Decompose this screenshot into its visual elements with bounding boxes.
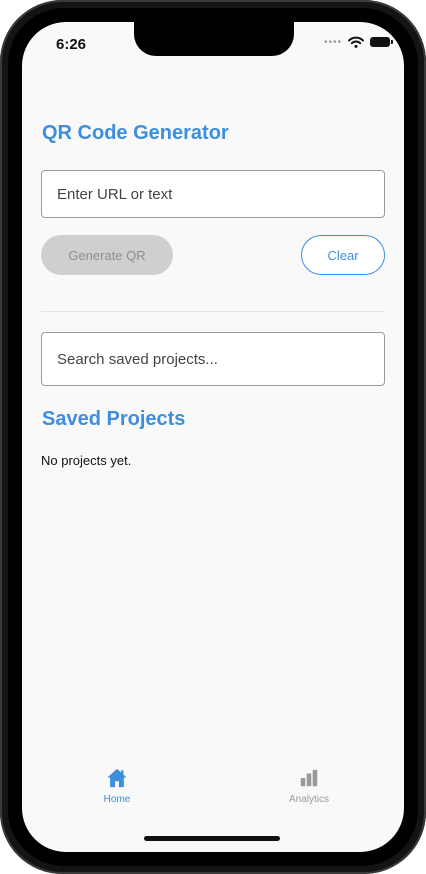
home-icon [107, 768, 127, 788]
url-input[interactable] [41, 170, 385, 218]
app-screen: 6:26 •••• QR Code Generator Generate QR … [22, 22, 404, 852]
tab-analytics[interactable]: Analytics [264, 757, 354, 813]
home-indicator [144, 836, 280, 841]
empty-state-text: No projects yet. [41, 453, 132, 468]
battery-icon [370, 37, 393, 47]
divider [41, 311, 385, 312]
generate-qr-button[interactable]: Generate QR [41, 235, 173, 275]
tab-bar: Home Analytics [22, 757, 404, 817]
signal-icon: •••• [323, 36, 342, 48]
tab-analytics-label: Analytics [288, 794, 329, 805]
search-input[interactable] [41, 332, 385, 386]
status-icons: •••• [323, 36, 393, 48]
wifi-icon [348, 36, 364, 48]
saved-projects-title: Saved Projects [42, 408, 186, 430]
clear-button[interactable]: Clear [301, 235, 385, 275]
notch [134, 22, 294, 56]
bar-chart-icon [300, 769, 318, 787]
page-title: QR Code Generator [42, 122, 229, 144]
tab-home[interactable]: Home [72, 757, 162, 813]
tab-home-label: Home [103, 794, 131, 805]
status-time: 6:26 [56, 36, 87, 53]
